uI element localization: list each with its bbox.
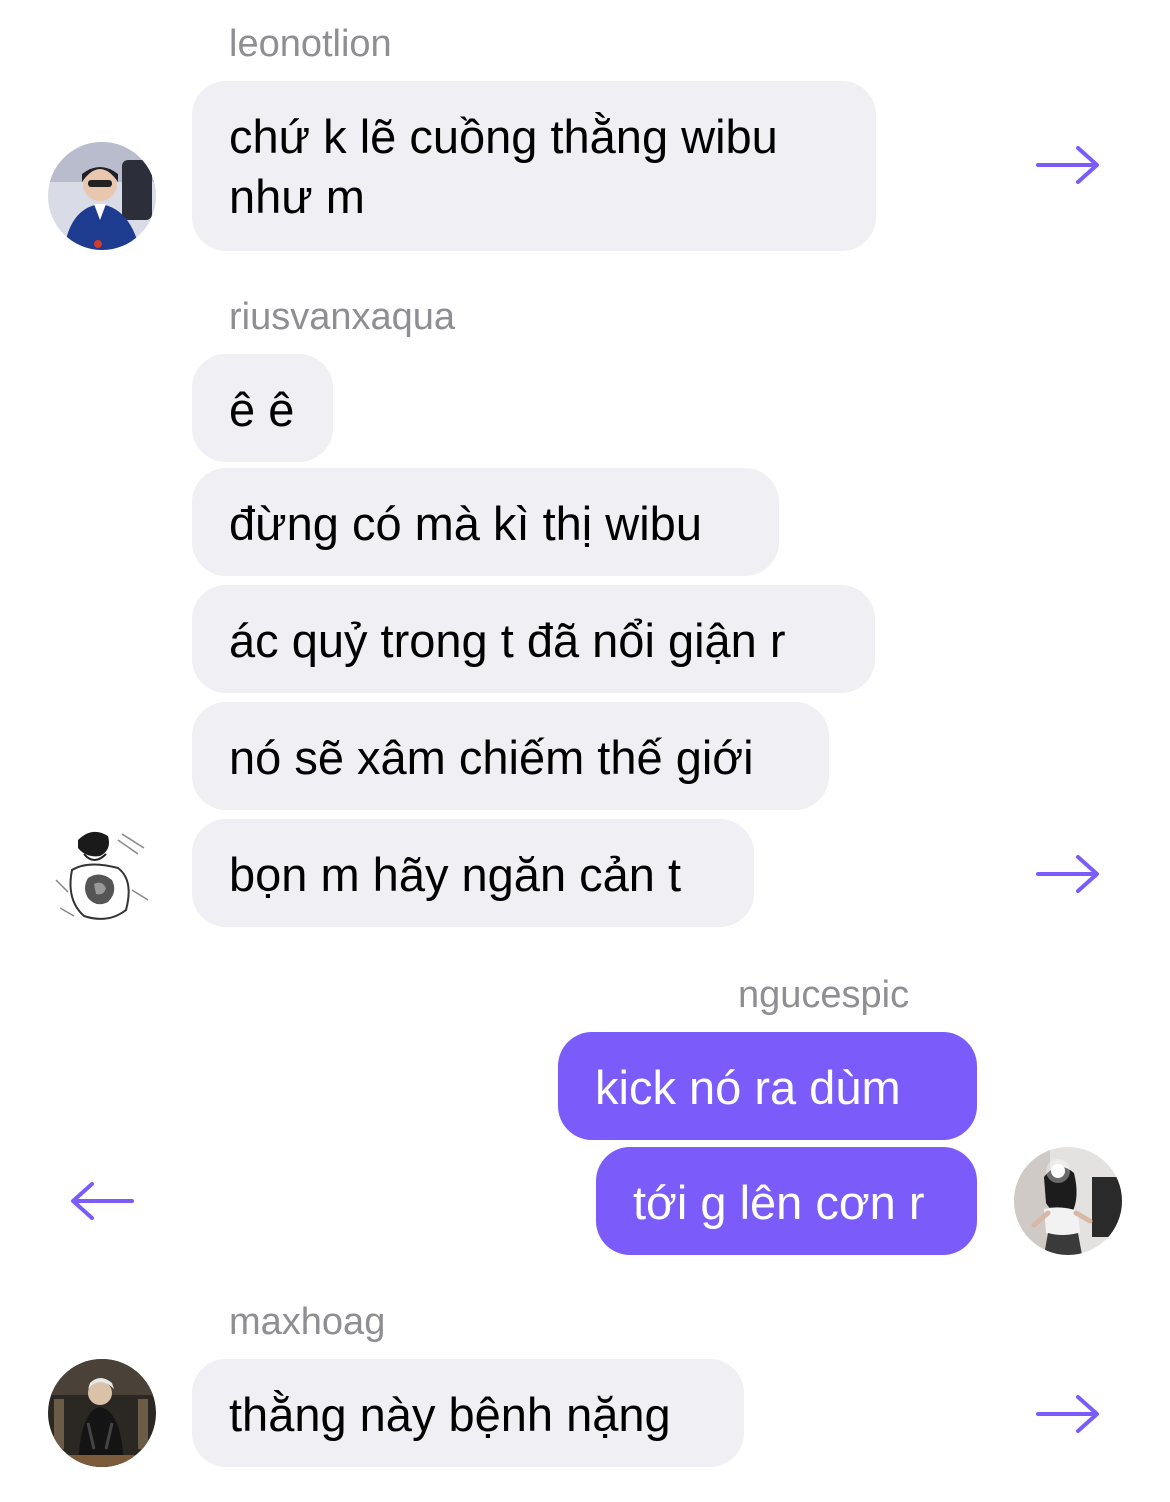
- message-bubble-sent[interactable]: tới g lên cơn r: [596, 1147, 977, 1255]
- forward-arrow-icon[interactable]: [1036, 145, 1100, 185]
- avatar-riusvanxaqua-image: [48, 820, 156, 928]
- back-arrow-icon[interactable]: [70, 1181, 134, 1221]
- sender-name-ngucespic: ngucespic: [738, 974, 910, 1016]
- avatar[interactable]: [48, 1359, 156, 1467]
- avatar[interactable]: [48, 142, 156, 250]
- avatar[interactable]: [48, 820, 156, 928]
- sender-name-maxhoag: maxhoag: [229, 1301, 386, 1343]
- avatar-leonotlion-image: [48, 142, 156, 250]
- message-bubble-sent[interactable]: kick nó ra dùm: [558, 1032, 977, 1140]
- avatar-ngucespic-image: [1014, 1147, 1122, 1255]
- message-bubble[interactable]: ê ê: [192, 354, 333, 462]
- message-bubble[interactable]: ác quỷ trong t đã nổi giận r: [192, 585, 875, 693]
- sender-name-leonotlion: leonotlion: [229, 23, 392, 65]
- sender-name-riusvanxaqua: riusvanxaqua: [229, 296, 456, 338]
- avatar[interactable]: [1014, 1147, 1122, 1255]
- avatar-maxhoag-image: [48, 1359, 156, 1467]
- message-bubble[interactable]: chứ k lẽ cuồng thằng wibu như m: [192, 81, 876, 251]
- forward-arrow-icon[interactable]: [1036, 1394, 1100, 1434]
- message-bubble[interactable]: nó sẽ xâm chiếm thế giới: [192, 702, 829, 810]
- forward-arrow-icon[interactable]: [1036, 854, 1100, 894]
- message-bubble[interactable]: thằng này bệnh nặng: [192, 1359, 744, 1467]
- message-bubble[interactable]: bọn m hãy ngăn cản t: [192, 819, 754, 927]
- message-bubble[interactable]: đừng có mà kì thị wibu: [192, 468, 779, 576]
